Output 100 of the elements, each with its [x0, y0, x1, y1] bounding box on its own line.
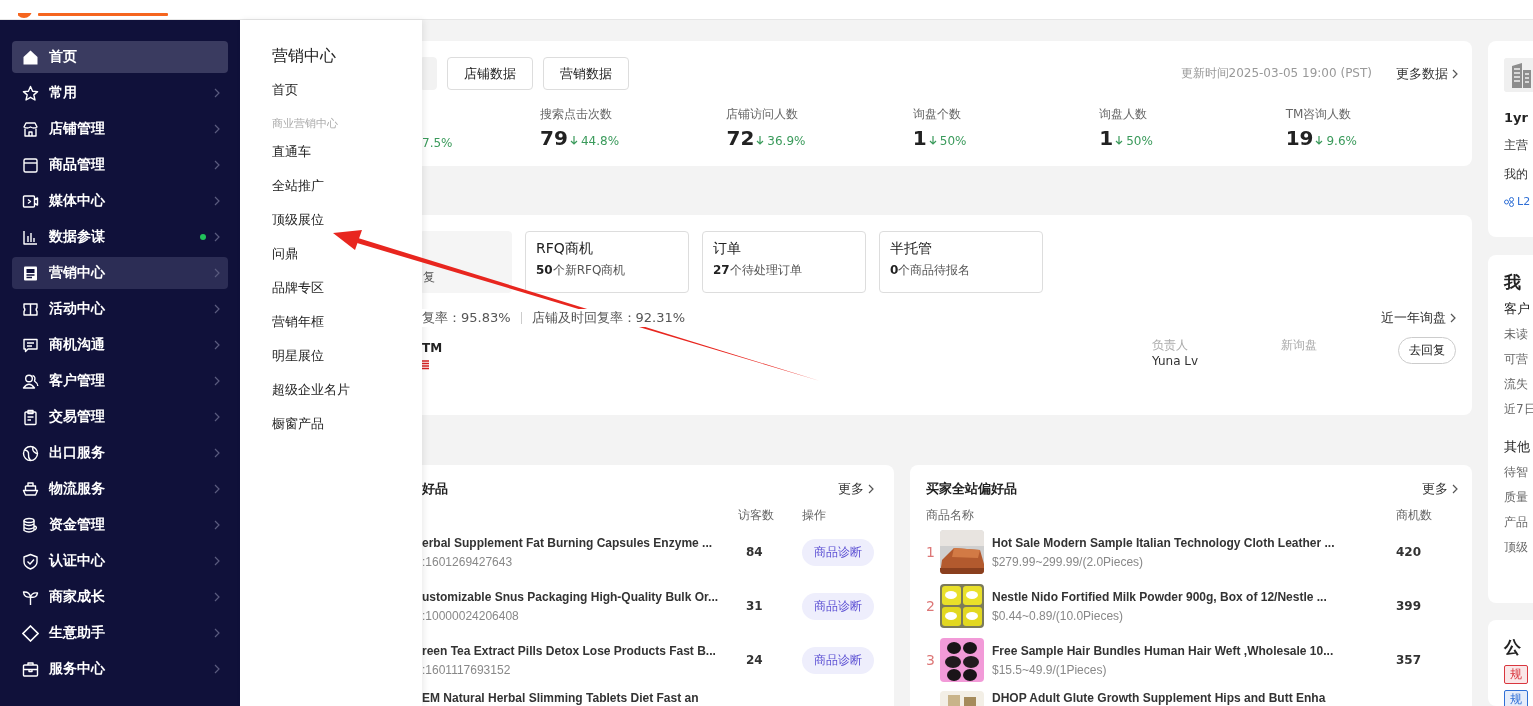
more-link[interactable]: 更多 [1422, 480, 1458, 498]
sidebar-item[interactable]: 物流服务 [12, 473, 228, 505]
menu-link[interactable]: 品牌专区 [272, 280, 324, 314]
sidebar-item[interactable]: 认证中心 [12, 545, 228, 577]
tab[interactable] [422, 57, 437, 90]
profile-text: 主营 [1504, 137, 1528, 154]
sidebar-item[interactable]: 首页 [12, 41, 228, 73]
sidebar-item[interactable]: 活动中心 [12, 293, 228, 325]
chevron-icon [868, 484, 874, 494]
sidebar-item[interactable]: 服务中心 [12, 653, 228, 685]
coins-icon [22, 516, 39, 534]
sidebar-item[interactable]: 商品管理 [12, 149, 228, 181]
tab[interactable]: 店铺数据 [447, 57, 533, 90]
menu-section-label: 商业营销中心 [272, 116, 338, 132]
lead-count: 357 [1396, 653, 1423, 667]
briefcase-icon [22, 660, 39, 678]
more-link[interactable]: 更多 [838, 480, 874, 498]
product-title[interactable]: erbal Supplement Fat Burning Capsules Enzyme ... [422, 535, 713, 551]
panel-item[interactable]: 待智 [1504, 464, 1528, 481]
summary-card[interactable]: 复 [422, 231, 512, 293]
sidebar-item[interactable]: 出口服务 [12, 437, 228, 469]
product-price: $0.44~0.89/(10.0Pieces) [992, 608, 1124, 623]
reply-button[interactable]: 去回复 [1398, 337, 1456, 364]
summary-card[interactable]: 订单 27个待处理订单 [702, 231, 866, 293]
diagnose-button[interactable]: 商品诊断 [802, 592, 874, 620]
update-time: 更新时间2025-03-05 19:00 (PST) [1180, 65, 1372, 82]
metric-value: 79 [540, 126, 568, 150]
panel-item[interactable]: 近7日 [1504, 401, 1533, 418]
section-heading: 客户 [1504, 300, 1530, 318]
home-icon [22, 48, 39, 66]
panel-item[interactable]: 未读 [1504, 326, 1528, 343]
logo-icon [18, 13, 168, 19]
clipboard-icon [22, 408, 39, 426]
product-id: :1601269427643 [422, 554, 513, 569]
sidebar-item[interactable]: 营销中心 [12, 257, 228, 289]
sidebar-item[interactable]: 商家成长 [12, 581, 228, 613]
more-data-link[interactable]: 更多数据 [1396, 64, 1458, 83]
card-title: 订单 [713, 240, 741, 258]
metric-label: 店铺访问人数 [726, 106, 799, 123]
sidebar-item[interactable]: 商机沟通 [12, 329, 228, 361]
menu-link[interactable]: 橱窗产品 [272, 416, 324, 450]
panel-title: 我 [1504, 271, 1521, 294]
panel-title: 公 [1504, 636, 1521, 659]
sidebar-item[interactable]: 生意助手 [12, 617, 228, 649]
tab[interactable]: 营销数据 [543, 57, 629, 90]
product-title[interactable]: Nestle Nido Fortified Milk Powder 900g, Box of 12/Nestle ... [992, 589, 1327, 605]
diagnose-button[interactable]: 商品诊断 [802, 646, 874, 674]
product-title[interactable]: reen Tea Extract Pills Detox Lose Products Fast B... [422, 643, 716, 659]
rank-number: 2 [926, 598, 936, 614]
ticket-icon [22, 300, 39, 318]
panel-item[interactable]: 产品 [1504, 514, 1528, 531]
product-title[interactable]: ustomizable Snus Packaging High-Quality Bulk Or... [422, 589, 719, 605]
store-icon [22, 120, 39, 138]
panel-item[interactable]: 可营 [1504, 351, 1528, 368]
sidebar-item[interactable]: 店铺管理 [12, 113, 228, 145]
menu-link[interactable]: 直通车 [272, 144, 311, 178]
menu-link[interactable]: 超级企业名片 [272, 382, 350, 416]
menu-link[interactable]: 顶级展位 [272, 212, 324, 246]
metric-change: 50% [1126, 134, 1153, 148]
metric-label: 搜索点击次数 [540, 106, 613, 123]
sidebar-item[interactable]: 常用 [12, 77, 228, 109]
menu-link[interactable]: 首页 [272, 82, 298, 116]
tag: 规 [1504, 665, 1528, 684]
product-title[interactable]: EM Natural Herbal Slimming Tablets Diet Fast an [422, 691, 699, 706]
menu-link[interactable]: 问鼎 [272, 246, 298, 280]
users-icon [22, 372, 39, 390]
metric-change: 9.6% [1326, 134, 1357, 148]
panel-item[interactable]: 流失 [1504, 376, 1528, 393]
sidebar-item[interactable]: 资金管理 [12, 509, 228, 541]
panel-item[interactable]: 质量 [1504, 489, 1528, 506]
menu-link[interactable]: 明星展位 [272, 348, 324, 382]
product-title[interactable]: DHOP Adult Glute Growth Supplement Hips and Butt Enha [992, 691, 1326, 706]
rank-number: 3 [926, 652, 936, 668]
summary-card[interactable]: RFQ商机 50个新RFQ商机 [525, 231, 689, 293]
status-label: 新询盘 [1281, 337, 1318, 354]
profile-text: 我的 [1504, 166, 1528, 183]
panel-item[interactable]: 顶级 [1504, 539, 1528, 556]
sidebar-item[interactable]: 数据参谋 [12, 221, 228, 253]
product-title[interactable]: Free Sample Hair Bundles Human Hair Weft ,Wholesale 10... [992, 643, 1334, 659]
star-icon [22, 84, 39, 102]
chevron-icon [1452, 484, 1458, 494]
column-header: 商机数 [1396, 507, 1433, 524]
section-heading: 其他 [1504, 438, 1530, 456]
sidebar-item[interactable]: 交易管理 [12, 401, 228, 433]
flag-icon [422, 360, 429, 370]
sidebar-item[interactable]: 客户管理 [12, 365, 228, 397]
menu-link[interactable]: 营销年框 [272, 314, 324, 348]
menu-title: 营销中心 [272, 46, 337, 66]
diagnose-button[interactable]: 商品诊断 [802, 538, 874, 566]
product-id: :1601117693152 [422, 662, 511, 677]
history-link[interactable]: 近一年询盘 [1381, 309, 1456, 327]
visitor-count: 84 [746, 545, 764, 559]
reply-rate: 店铺及时回复率：92.31% [531, 309, 686, 327]
summary-card[interactable]: 半托管 0个商品待报名 [879, 231, 1043, 293]
metric-label: TM咨询人数 [1285, 106, 1352, 123]
menu-link[interactable]: 全站推广 [272, 178, 324, 212]
tag: 规 [1504, 690, 1528, 706]
visitor-count: 24 [746, 653, 764, 667]
sidebar-item[interactable]: 媒体中心 [12, 185, 228, 217]
product-title[interactable]: Hot Sale Modern Sample Italian Technology Cloth Leather ... [992, 535, 1335, 551]
